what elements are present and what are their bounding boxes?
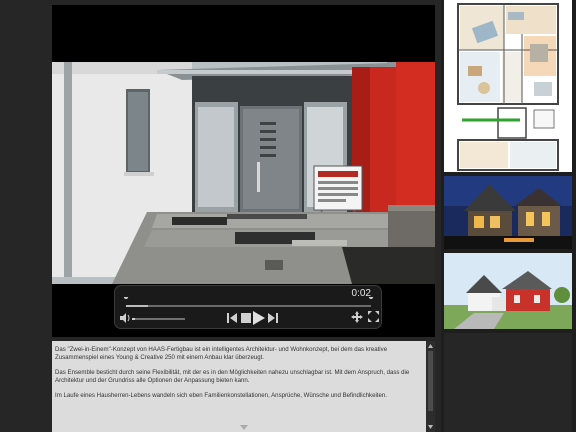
panel-expand-icon[interactable] — [240, 425, 248, 430]
floorplan-image — [444, 0, 572, 172]
exterior-image — [444, 253, 572, 329]
night-view-image — [444, 176, 572, 249]
description-paragraph: Das "Zwei-in-Einem"-Konzept von HAAS-Fer… — [55, 346, 388, 361]
description-paragraph: Das Ensemble besticht durch seine Flexib… — [55, 368, 410, 384]
gallery-thumb-night[interactable] — [444, 176, 572, 249]
play-icon[interactable] — [253, 311, 265, 325]
skip-back-icon[interactable] — [227, 313, 238, 323]
gallery-thumb-exterior[interactable] — [444, 253, 572, 329]
video-frame — [52, 62, 435, 284]
skip-forward-icon[interactable] — [268, 313, 279, 323]
volume-slider[interactable] — [131, 316, 187, 322]
left-gutter — [0, 0, 47, 432]
playhead-end-marker — [368, 297, 374, 304]
video-player[interactable]: 0:02 — [52, 5, 435, 337]
fullscreen-icon[interactable] — [368, 311, 379, 322]
gallery-thumb-floorplan[interactable] — [444, 0, 572, 172]
scroll-up-icon[interactable] — [428, 344, 433, 348]
timeline-track[interactable] — [121, 297, 375, 311]
scroll-thumb[interactable] — [428, 351, 433, 411]
move-icon[interactable] — [351, 311, 363, 323]
description-scrollbar[interactable] — [426, 341, 435, 432]
description-panel: Das "Zwei-in-Einem"-Konzept von HAAS-Fer… — [52, 341, 435, 432]
gallery-sidebar — [441, 0, 576, 432]
scroll-down-icon[interactable] — [428, 425, 433, 429]
gallery-empty-area — [444, 333, 572, 432]
player-controls: 0:02 — [114, 285, 382, 329]
playhead-start-marker — [123, 297, 129, 304]
main-area: 0:02 Das "Zwei-in-Einem"-Konzept von HAA… — [47, 0, 441, 432]
stop-icon[interactable] — [241, 313, 251, 323]
description-text: Das "Zwei-in-Einem"-Konzept von HAAS-Fer… — [55, 346, 420, 407]
description-paragraph: Im Laufe eines Hausherren-Lebens wandeln… — [55, 391, 387, 399]
